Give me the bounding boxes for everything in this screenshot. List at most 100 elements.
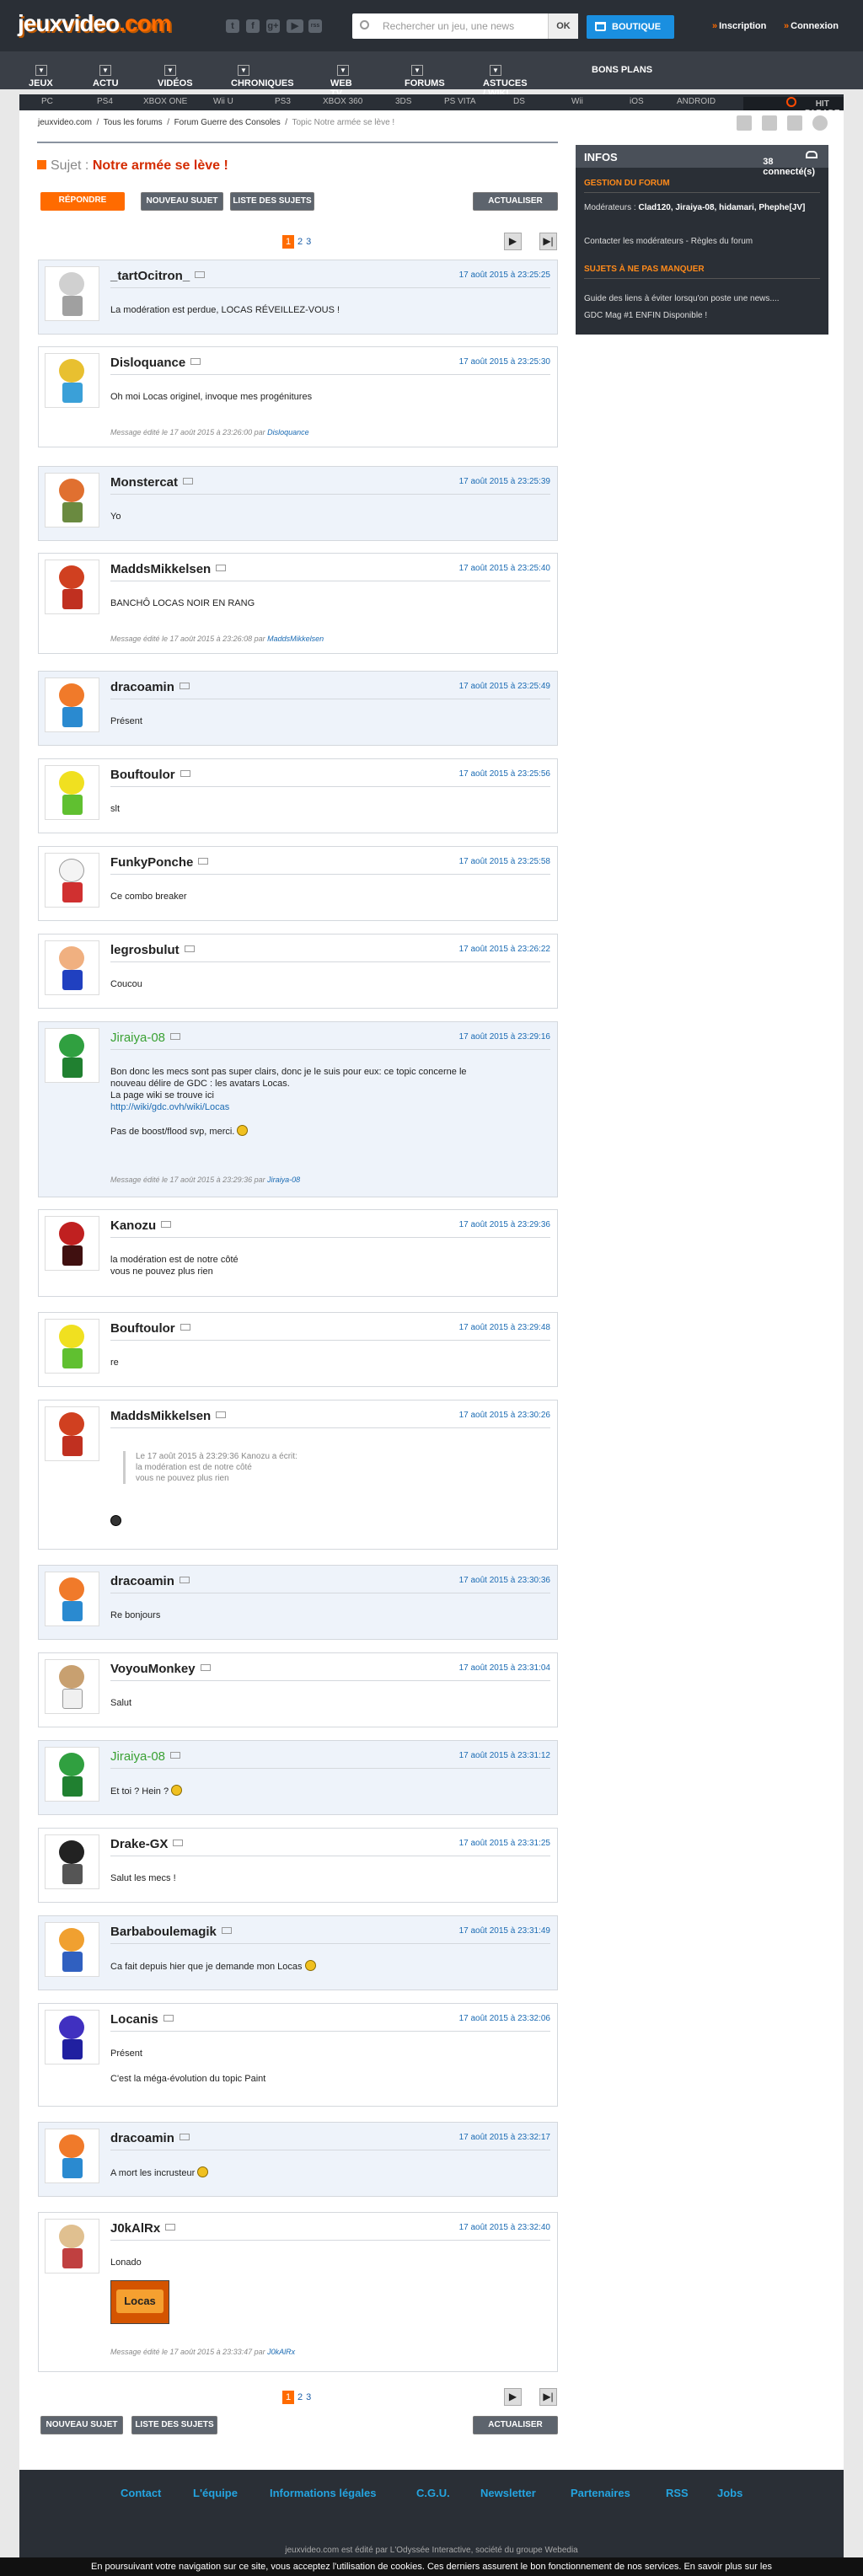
avatar[interactable] bbox=[45, 2129, 99, 2183]
footer-link[interactable]: C.G.U. bbox=[416, 2487, 450, 2499]
platform-wiiu[interactable]: Wii U bbox=[213, 97, 233, 106]
next-page-icon[interactable]: ▶ bbox=[504, 2388, 522, 2406]
platform-ds[interactable]: DS bbox=[513, 97, 525, 106]
post-date[interactable]: 17 août 2015 à 23:25:40 bbox=[459, 564, 550, 573]
page-link[interactable]: 3 bbox=[306, 237, 311, 247]
expand-icon[interactable] bbox=[762, 115, 777, 131]
page-link[interactable]: 2 bbox=[297, 237, 303, 247]
post-date[interactable]: 17 août 2015 à 23:30:36 bbox=[459, 1576, 550, 1585]
avatar[interactable] bbox=[45, 560, 99, 614]
next-page-icon[interactable]: ▶ bbox=[504, 233, 522, 250]
post-author[interactable]: Barbaboulemagik bbox=[110, 1925, 232, 1939]
avatar[interactable] bbox=[45, 2010, 99, 2065]
rss-icon[interactable]: rss bbox=[308, 19, 322, 33]
post-image[interactable]: Locas bbox=[110, 2280, 169, 2324]
footer-link[interactable]: L'équipe bbox=[193, 2487, 238, 2499]
post-date[interactable]: 17 août 2015 à 23:25:39 bbox=[459, 477, 550, 486]
avatar[interactable] bbox=[45, 853, 99, 908]
post-date[interactable]: 17 août 2015 à 23:29:48 bbox=[459, 1323, 550, 1332]
footer-link[interactable]: Informations légales bbox=[270, 2487, 376, 2499]
post-author[interactable]: dracoamin bbox=[110, 2131, 190, 2145]
post-date[interactable]: 17 août 2015 à 23:29:16 bbox=[459, 1032, 550, 1042]
post-author[interactable]: legrosbulut bbox=[110, 943, 195, 957]
gear-icon[interactable] bbox=[812, 115, 828, 131]
post-author[interactable]: Jiraiya-08 bbox=[110, 1749, 181, 1764]
post-date[interactable]: 17 août 2015 à 23:29:36 bbox=[459, 1220, 550, 1229]
post-author[interactable]: Drake-GX bbox=[110, 1837, 184, 1851]
mail-icon[interactable] bbox=[179, 2134, 190, 2140]
post-author[interactable]: VoyouMonkey bbox=[110, 1662, 211, 1676]
footer-link[interactable]: Partenaires bbox=[571, 2487, 630, 2499]
post-author[interactable]: J0kAlRx bbox=[110, 2221, 176, 2236]
avatar[interactable] bbox=[45, 677, 99, 732]
chevron-down-icon[interactable] bbox=[37, 160, 46, 169]
nav-chroniques[interactable]: CHRONIQUES ▼ bbox=[231, 65, 294, 88]
avatar[interactable] bbox=[45, 266, 99, 321]
post-date[interactable]: 17 août 2015 à 23:32:06 bbox=[459, 2014, 550, 2023]
post-author[interactable]: Bouftoulor bbox=[110, 768, 190, 782]
last-page-icon[interactable]: ▶| bbox=[539, 233, 557, 250]
avatar[interactable] bbox=[45, 1659, 99, 1714]
post-date[interactable]: 17 août 2015 à 23:31:04 bbox=[459, 1663, 550, 1673]
contact-mods-link[interactable]: Contacter les modérateurs - Règles du fo… bbox=[584, 236, 820, 248]
sidebar-link[interactable]: GDC Mag #1 ENFIN Disponible ! bbox=[584, 310, 820, 322]
avatar[interactable] bbox=[45, 1216, 99, 1271]
avatar[interactable] bbox=[45, 1572, 99, 1626]
platform-pc[interactable]: PC bbox=[41, 97, 53, 106]
mail-icon[interactable] bbox=[165, 2224, 176, 2231]
new-topic-button[interactable]: NOUVEAU SUJET bbox=[40, 2416, 123, 2434]
footer-link[interactable]: RSS bbox=[666, 2487, 689, 2499]
platform-3ds[interactable]: 3DS bbox=[395, 97, 411, 106]
post-author[interactable]: MaddsMikkelsen bbox=[110, 562, 227, 576]
nav-forums[interactable]: FORUMS ▼ bbox=[405, 65, 445, 88]
nav-jeux[interactable]: JEUX ▼ bbox=[29, 65, 53, 88]
post-date[interactable]: 17 août 2015 à 23:32:40 bbox=[459, 2223, 550, 2232]
avatar[interactable] bbox=[45, 1922, 99, 1977]
post-author[interactable]: Monstercat bbox=[110, 475, 194, 490]
footer-link[interactable]: Newsletter bbox=[480, 2487, 536, 2499]
mail-icon[interactable] bbox=[216, 1411, 227, 1418]
refresh-button[interactable]: ACTUALISER bbox=[473, 192, 558, 211]
page-link[interactable]: 3 bbox=[306, 2392, 311, 2402]
mail-icon[interactable] bbox=[216, 565, 227, 571]
platform-ps4[interactable]: PS4 bbox=[97, 97, 113, 106]
topic-list-button[interactable]: LISTE DES SUJETS bbox=[131, 2416, 217, 2434]
post-author[interactable]: dracoamin bbox=[110, 680, 190, 694]
platform-ps3[interactable]: PS3 bbox=[275, 97, 291, 106]
nav-bons-plans[interactable]: BONS PLANS bbox=[592, 65, 652, 75]
avatar[interactable] bbox=[45, 473, 99, 528]
post-date[interactable]: 17 août 2015 à 23:25:49 bbox=[459, 682, 550, 691]
post-date[interactable]: 17 août 2015 à 23:25:25 bbox=[459, 270, 550, 280]
refresh-button[interactable]: ACTUALISER bbox=[473, 2416, 558, 2434]
edit-icon[interactable] bbox=[787, 115, 802, 131]
mail-icon[interactable] bbox=[221, 1927, 232, 1934]
post-date[interactable]: 17 août 2015 à 23:26:22 bbox=[459, 945, 550, 954]
facebook-icon[interactable]: f bbox=[246, 19, 260, 33]
footer-link[interactable]: Contact bbox=[121, 2487, 161, 2499]
mail-icon[interactable] bbox=[183, 478, 194, 485]
google-plus-icon[interactable]: g+ bbox=[266, 19, 280, 33]
footer-link[interactable]: Jobs bbox=[717, 2487, 742, 2499]
avatar[interactable] bbox=[45, 1319, 99, 1374]
post-author[interactable]: Jiraiya-08 bbox=[110, 1031, 181, 1045]
shop-button[interactable]: BOUTIQUE bbox=[587, 15, 674, 39]
mail-icon[interactable] bbox=[180, 770, 190, 777]
post-author[interactable]: MaddsMikkelsen bbox=[110, 1409, 227, 1423]
login-link[interactable]: » Connexion bbox=[784, 21, 839, 31]
avatar[interactable] bbox=[45, 353, 99, 408]
signup-link[interactable]: » Inscription bbox=[712, 21, 766, 31]
crumb-forums[interactable]: Tous les forums bbox=[104, 118, 163, 127]
post-author[interactable]: Bouftoulor bbox=[110, 1321, 190, 1336]
new-topic-button[interactable]: NOUVEAU SUJET bbox=[141, 192, 223, 211]
mail-icon[interactable] bbox=[170, 1752, 181, 1759]
platform-wii[interactable]: Wii bbox=[571, 97, 583, 106]
platform-android[interactable]: ANDROID bbox=[677, 97, 716, 106]
crumb-forum[interactable]: Forum Guerre des Consoles bbox=[174, 118, 281, 127]
mail-icon[interactable] bbox=[179, 1577, 190, 1583]
reply-button[interactable]: RÉPONDRE bbox=[40, 192, 125, 211]
mail-icon[interactable] bbox=[195, 271, 206, 278]
post-date[interactable]: 17 août 2015 à 23:25:56 bbox=[459, 769, 550, 779]
mail-icon[interactable] bbox=[179, 683, 190, 689]
twitter-icon[interactable]: t bbox=[226, 19, 239, 33]
post-author[interactable]: FunkyPonche bbox=[110, 855, 209, 870]
